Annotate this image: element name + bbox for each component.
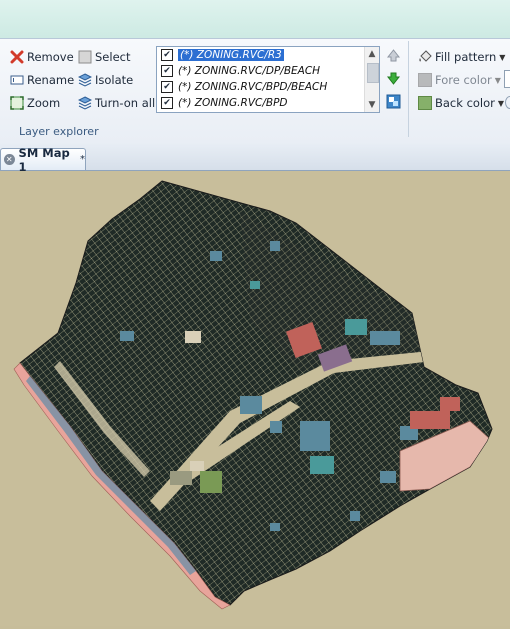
fore-color-swatch-icon bbox=[418, 73, 432, 87]
layer-label: (*) ZONING.RVC/BPD/BEACH bbox=[178, 81, 328, 93]
scroll-up-arrow-icon[interactable]: ▲ bbox=[365, 47, 379, 61]
move-layer-up-icon[interactable] bbox=[386, 48, 401, 63]
dropdown-arrow-icon: ▼ bbox=[497, 98, 505, 108]
scroll-down-arrow-icon[interactable]: ▼ bbox=[365, 98, 379, 112]
layer-properties-icon[interactable] bbox=[386, 94, 401, 109]
clipped-radio-icon bbox=[505, 96, 510, 109]
layer-list-scrollbar[interactable]: ▲ ▼ bbox=[364, 47, 379, 112]
checkbox-checked-icon[interactable]: ✔ bbox=[161, 97, 173, 109]
select-button[interactable]: Select bbox=[78, 48, 130, 66]
tab-modified-marker: * bbox=[80, 154, 85, 165]
fore-color-button[interactable]: Fore color ▼ bbox=[418, 71, 501, 89]
zoom-extent-icon bbox=[10, 96, 24, 110]
fore-color-label: Fore color bbox=[435, 73, 492, 87]
layer-label: (*) ZONING.RVC/R3 bbox=[177, 48, 285, 62]
scroll-thumb[interactable] bbox=[367, 63, 379, 83]
layers-turn-on-icon bbox=[78, 96, 92, 110]
layer-list[interactable]: ✔ (*) ZONING.RVC/R3 ✔ (*) ZONING.RVC/DP/… bbox=[156, 46, 380, 113]
window-title-bar bbox=[0, 0, 510, 38]
move-layer-down-icon[interactable] bbox=[386, 71, 401, 86]
back-color-swatch-icon bbox=[418, 96, 432, 110]
layer-explorer-group-label: Layer explorer bbox=[19, 125, 99, 138]
checkbox-checked-icon[interactable]: ✔ bbox=[161, 81, 173, 93]
rename-label: Rename bbox=[27, 73, 75, 87]
fill-pattern-button[interactable]: Fill pattern ▼ bbox=[418, 48, 505, 66]
dropdown-arrow-icon: ▼ bbox=[499, 52, 506, 62]
turn-on-all-label: Turn-on all bbox=[95, 96, 156, 110]
remove-label: Remove bbox=[27, 50, 74, 64]
document-tab-bar: ✕ SM Map 1 * bbox=[0, 143, 510, 174]
zoom-button[interactable]: Zoom bbox=[10, 94, 60, 112]
zoom-label: Zoom bbox=[27, 96, 61, 110]
paint-bucket-icon bbox=[419, 50, 432, 62]
layer-item[interactable]: ✔ (*) ZONING.RVC/R3 bbox=[157, 47, 379, 63]
dropdown-arrow-icon: ▼ bbox=[494, 75, 501, 85]
remove-x-icon bbox=[10, 50, 24, 64]
layer-item[interactable]: ✔ (*) ZONING.RVC/BPD bbox=[157, 95, 379, 111]
remove-button[interactable]: Remove bbox=[10, 48, 74, 66]
back-color-button[interactable]: Back color ▼ bbox=[418, 94, 504, 112]
layer-label: (*) ZONING.RVC/DP/BEACH bbox=[178, 65, 321, 77]
layer-item[interactable]: ✔ (*) ZONING.RVC/DP/BEACH bbox=[157, 63, 379, 79]
ribbon: Remove Rename Zoom Select Isolate Turn-o… bbox=[0, 38, 510, 144]
isolate-button[interactable]: Isolate bbox=[78, 71, 133, 89]
tab-label: SM Map 1 bbox=[18, 145, 70, 174]
map-canvas[interactable] bbox=[0, 171, 510, 626]
rename-icon bbox=[10, 75, 24, 85]
close-icon[interactable]: ✕ bbox=[4, 154, 15, 165]
turn-on-all-button[interactable]: Turn-on all bbox=[78, 94, 155, 112]
layers-isolate-icon bbox=[78, 73, 92, 87]
select-icon bbox=[78, 50, 92, 64]
tab-sm-map-1[interactable]: ✕ SM Map 1 * bbox=[0, 146, 86, 174]
back-color-label: Back color bbox=[435, 96, 495, 110]
checkbox-checked-icon[interactable]: ✔ bbox=[161, 65, 173, 77]
layer-label: (*) ZONING.RVC/BPD bbox=[178, 97, 288, 109]
zoning-map[interactable] bbox=[0, 171, 510, 626]
isolate-label: Isolate bbox=[95, 73, 134, 87]
clipped-control bbox=[504, 70, 510, 88]
checkbox-checked-icon[interactable]: ✔ bbox=[161, 49, 173, 61]
ribbon-separator bbox=[408, 41, 409, 137]
layer-item[interactable]: ✔ (*) ZONING.RVC/BPD/BEACH bbox=[157, 79, 379, 95]
select-label: Select bbox=[95, 50, 131, 64]
fill-pattern-label: Fill pattern bbox=[435, 50, 497, 64]
rename-button[interactable]: Rename bbox=[10, 71, 74, 89]
